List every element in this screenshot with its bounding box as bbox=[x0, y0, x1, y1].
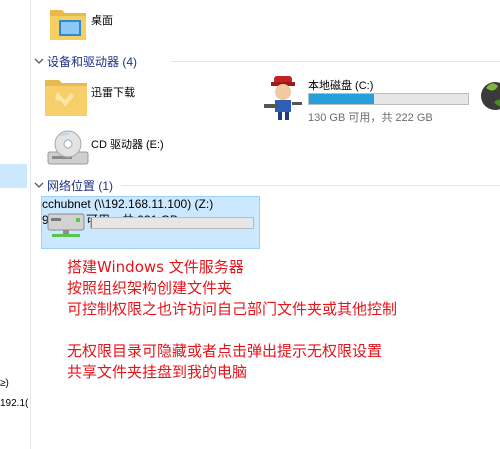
chevron-down-icon[interactable] bbox=[33, 179, 45, 191]
folder-label: 迅雷下载 bbox=[91, 87, 135, 99]
chevron-down-icon[interactable] bbox=[33, 55, 45, 67]
drive-local-disk-c[interactable]: 本地磁盘 (C:) 130 GB 可用，共 222 GB bbox=[260, 72, 470, 124]
xunlei-folder-icon bbox=[45, 80, 87, 116]
drive-usage-bar bbox=[308, 93, 469, 105]
desktop-folder-icon bbox=[50, 10, 86, 40]
annotation-line: 按照组织架构创建文件夹 bbox=[67, 279, 233, 297]
annotation-line: 可控制权限之也许访问自己部门文件夹或其他控制 bbox=[67, 300, 398, 318]
drive-usage-fill bbox=[309, 94, 375, 104]
folder-xunlei-download[interactable]: 迅雷下载 bbox=[43, 74, 253, 124]
content-pane: 桌面 设备和驱动器 (4) 迅雷下载 本地磁盘 (C:) 130 GB 可用，共… bbox=[31, 0, 500, 449]
drive-usage-text: 130 GB 可用，共 222 GB bbox=[308, 112, 433, 124]
nav-item-fragment[interactable]: ≥) bbox=[0, 378, 9, 389]
group-label: 设备和驱动器 (4) bbox=[47, 54, 138, 69]
folder-label: 桌面 bbox=[91, 15, 113, 27]
drive-cd-e[interactable]: CD 驱动器 (E:) bbox=[46, 128, 246, 168]
network-drive-z[interactable]: cchubnet (\\192.168.11.100) (Z:) 930 GB … bbox=[41, 196, 260, 249]
drive-label: 本地磁盘 (C:) bbox=[308, 80, 374, 92]
drive-usage-bar bbox=[90, 217, 254, 229]
annotation-line: 搭建Windows 文件服务器 bbox=[67, 258, 244, 276]
group-label: 网络位置 (1) bbox=[47, 178, 114, 193]
network-drive-icon bbox=[47, 213, 85, 237]
group-divider bbox=[121, 185, 500, 186]
annotation-line bbox=[67, 320, 397, 341]
nav-item-fragment[interactable]: 192.1( bbox=[0, 398, 28, 409]
annotation-line: 共享文件夹挂盘到我的电脑 bbox=[67, 363, 248, 381]
annotation-line: 无权限目录可隐藏或者点击弹出提示无权限设置 bbox=[67, 342, 383, 360]
annotation-notes: 搭建Windows 文件服务器 按照组织架构创建文件夹 可控制权限之也许访问自己… bbox=[67, 257, 397, 383]
navigation-pane[interactable]: ≥) 192.1( bbox=[0, 0, 31, 449]
drive-label: CD 驱动器 (E:) bbox=[91, 139, 164, 151]
folder-desktop[interactable]: 桌面 bbox=[48, 4, 248, 46]
drive-partial[interactable] bbox=[480, 74, 500, 118]
nav-selected-item[interactable] bbox=[0, 164, 27, 188]
group-divider bbox=[171, 61, 500, 62]
cd-drive-icon bbox=[47, 130, 89, 165]
drive-partial-icon bbox=[481, 82, 500, 110]
disk-mascot-icon bbox=[264, 76, 302, 120]
